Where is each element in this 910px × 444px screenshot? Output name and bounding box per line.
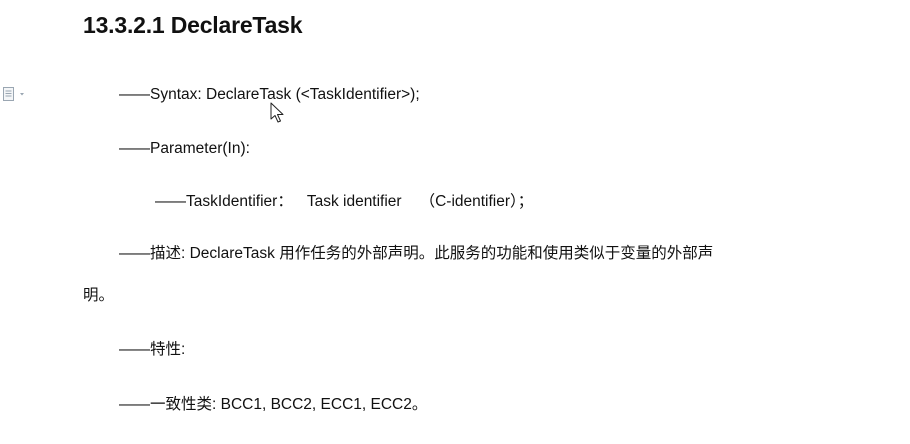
mouse-cursor-icon xyxy=(270,102,286,124)
task-identifier-label: ——TaskIdentifier： xyxy=(155,193,293,210)
task-identifier-desc: Task identifier xyxy=(306,193,402,210)
document-icon xyxy=(3,87,24,101)
description-line-2: 明。 xyxy=(83,287,115,304)
section-heading: 13.3.2.1 DeclareTask xyxy=(83,12,303,38)
task-identifier-type: （C-identifier）； xyxy=(419,193,534,210)
paragraph-options-icon[interactable] xyxy=(2,86,28,102)
description-line-1: ——描述: DeclareTask 用作任务的外部声明。此服务的功能和使用类似于… xyxy=(119,245,714,262)
chevron-down-icon xyxy=(20,93,24,96)
conformance-line: ——一致性类: BCC1, BCC2, ECC1, ECC2。 xyxy=(119,396,428,413)
characteristics-line: ——特性: xyxy=(119,341,186,358)
task-identifier-line: ——TaskIdentifier： Task identifier （C-ident… xyxy=(155,192,533,212)
parameter-line: ——Parameter(In): xyxy=(119,140,250,157)
